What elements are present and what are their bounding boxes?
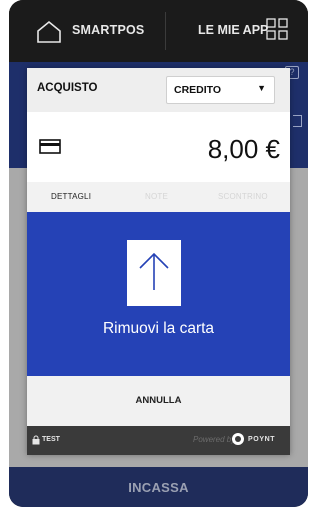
amount-row: 8,00 € — [27, 112, 290, 182]
caret-down-icon: ▼ — [257, 83, 266, 93]
tab-details[interactable]: DETTAGLI — [51, 192, 91, 201]
remove-card-message: Rimuovi la carta — [102, 320, 215, 337]
grid-icon — [266, 18, 288, 40]
my-apps-button[interactable]: LE MIE APP — [166, 0, 308, 62]
card-slot-graphic — [127, 240, 181, 306]
smartpos-home-button[interactable]: SMARTPOS — [9, 0, 165, 62]
poynt-logo-icon — [232, 433, 244, 445]
brand-label: SMARTPOS — [72, 23, 145, 37]
payment-dialog: ACQUISTO CREDITO ▼ 8,00 € DETTAGLI NOTE … — [27, 68, 290, 455]
home-icon — [37, 20, 61, 43]
cancel-label: ANNULLA — [135, 395, 182, 406]
poynt-brand-label: POYNT — [248, 436, 276, 443]
dialog-footer: TEST Powered by POYNT — [27, 426, 290, 455]
tab-bar: DETTAGLI NOTE SCONTRINO — [27, 182, 290, 212]
tab-notes[interactable]: NOTE — [145, 192, 168, 201]
payment-type-select[interactable]: CREDITO ▼ — [166, 76, 275, 104]
test-mode-label: TEST — [42, 436, 60, 443]
lock-icon — [32, 435, 40, 445]
arrow-up-icon — [139, 252, 169, 290]
top-bar: SMARTPOS LE MIE APP — [9, 0, 308, 62]
my-apps-label: LE MIE APP — [198, 23, 269, 37]
incassa-button[interactable]: INCASSA — [9, 467, 308, 507]
incassa-label: INCASSA — [128, 479, 189, 495]
dialog-header: ACQUISTO CREDITO ▼ — [27, 68, 290, 112]
card-prompt-panel: Rimuovi la carta — [27, 212, 290, 376]
dialog-title: ACQUISTO — [37, 82, 98, 94]
credit-card-icon — [39, 139, 61, 154]
powered-by-label: Powered by — [193, 435, 236, 444]
amount-value: 8,00 € — [207, 134, 280, 164]
payment-type-value: CREDITO — [174, 84, 222, 96]
cancel-button[interactable]: ANNULLA — [27, 376, 290, 426]
tab-receipt[interactable]: SCONTRINO — [218, 192, 268, 201]
background-bracket-icon — [293, 115, 302, 127]
